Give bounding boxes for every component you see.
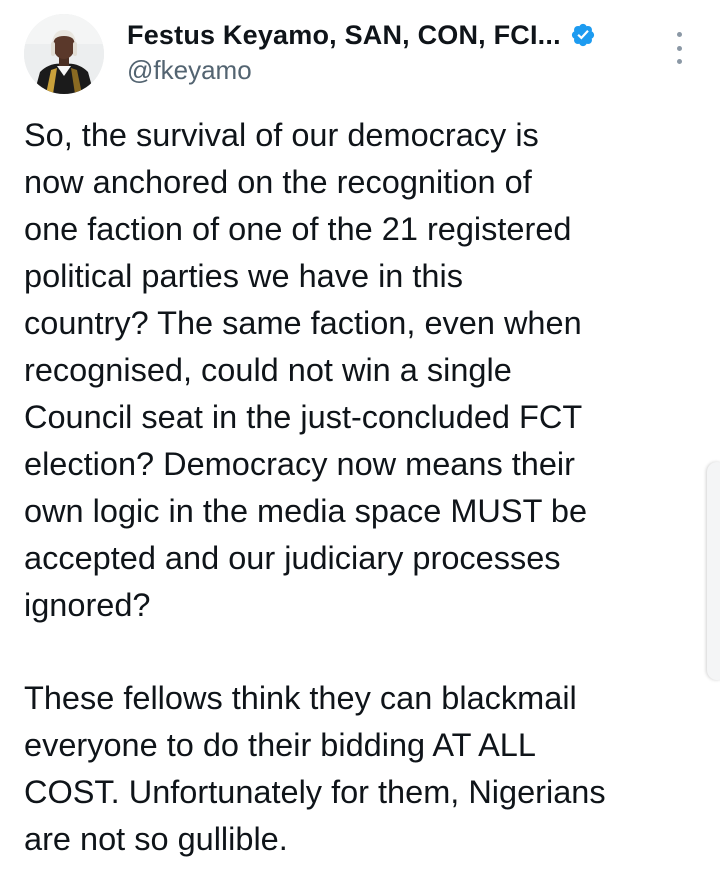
tweet-line: political parties we have in this (24, 258, 463, 294)
more-options-icon[interactable] (668, 30, 690, 66)
author-handle[interactable]: @fkeyamo (127, 55, 252, 86)
tweet-line: Council seat in the just-concluded FCT (24, 399, 583, 435)
tweet-text-paragraph-1: So, the survival of our democracy is now… (24, 112, 704, 629)
tweet-line: accepted and our judiciary processes (24, 540, 561, 576)
more-dot (676, 45, 682, 51)
tweet-text-paragraph-2: These fellows think they can blackmail e… (24, 675, 704, 863)
tweet-line: COST. Unfortunately for them, Nigerians (24, 774, 606, 810)
tweet-card: Festus Keyamo, SAN, CON, FCI... @fkeyamo… (0, 0, 720, 871)
tweet-line: These fellows think they can blackmail (24, 680, 577, 716)
author-name-row[interactable]: Festus Keyamo, SAN, CON, FCI... (127, 17, 596, 53)
edge-panel-handle[interactable] (707, 462, 720, 680)
more-dot (676, 32, 682, 37)
tweet-line: one faction of one of the 21 registered (24, 211, 572, 247)
avatar[interactable] (24, 14, 104, 94)
tweet-line: now anchored on the recognition of (24, 164, 532, 200)
tweet-line: election? Democracy now means their (24, 446, 575, 482)
more-dot (676, 59, 682, 64)
tweet-line: ignored? (24, 587, 151, 623)
author-display-name[interactable]: Festus Keyamo, SAN, CON, FCI... (127, 20, 561, 51)
tweet-line: recognised, could not win a single (24, 352, 512, 388)
avatar-photo (24, 14, 104, 94)
tweet-line: are not so gullible. (24, 821, 288, 857)
tweet-line: country? The same faction, even when (24, 305, 582, 341)
verified-badge-icon (570, 22, 596, 48)
tweet-line: So, the survival of our democracy is (24, 117, 539, 153)
tweet-line: everyone to do their bidding AT ALL (24, 727, 536, 763)
tweet-line: own logic in the media space MUST be (24, 493, 588, 529)
